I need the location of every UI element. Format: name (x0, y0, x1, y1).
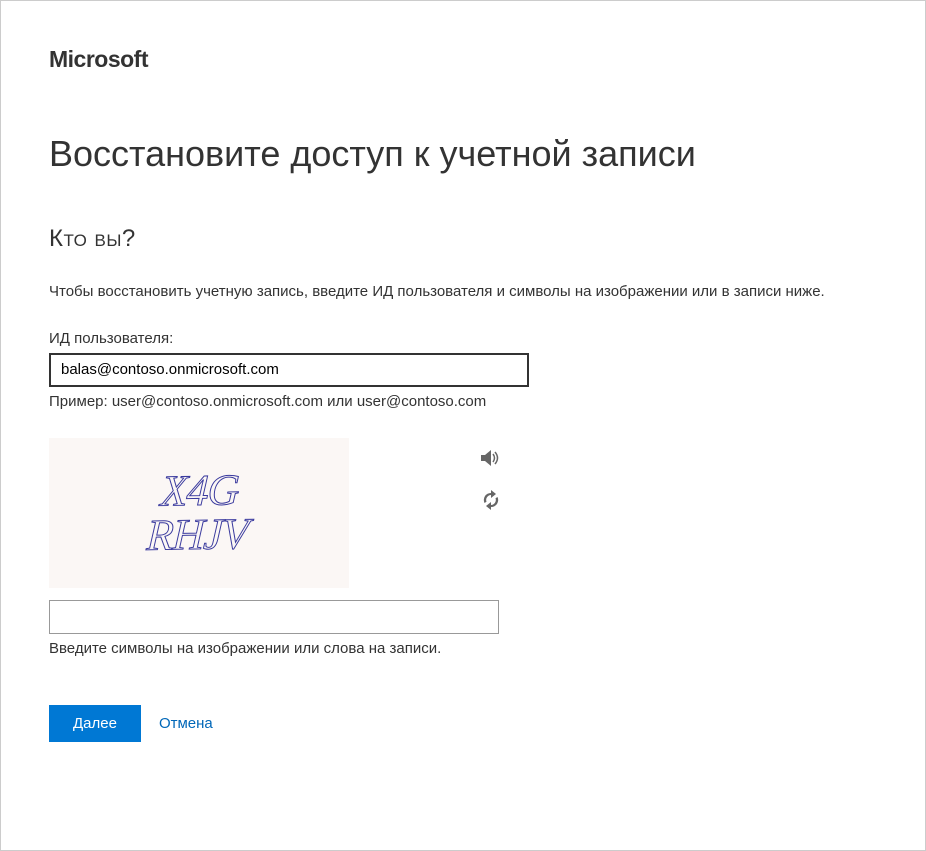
user-id-input[interactable] (49, 353, 529, 387)
captcha-image: X4G RHJV (49, 438, 349, 588)
user-id-example: Пример: user@contoso.onmicrosoft.com или… (49, 393, 877, 410)
sub-title: Кто вы? (49, 225, 877, 253)
captcha-input[interactable] (49, 600, 499, 634)
user-id-label: ИД пользователя: (49, 330, 877, 347)
captcha-hint: Введите символы на изображении или слова… (49, 640, 877, 657)
audio-captcha-icon[interactable] (479, 446, 503, 470)
refresh-captcha-icon[interactable] (479, 488, 503, 512)
page-title: Восстановите доступ к учетной записи (49, 133, 877, 175)
captcha-image-text: X4G RHJV (146, 468, 252, 558)
microsoft-logo: Microsoft (49, 46, 877, 73)
instructions-text: Чтобы восстановить учетную запись, введи… (49, 281, 859, 304)
next-button[interactable]: Далее (49, 705, 141, 742)
cancel-link[interactable]: Отмена (159, 715, 213, 732)
